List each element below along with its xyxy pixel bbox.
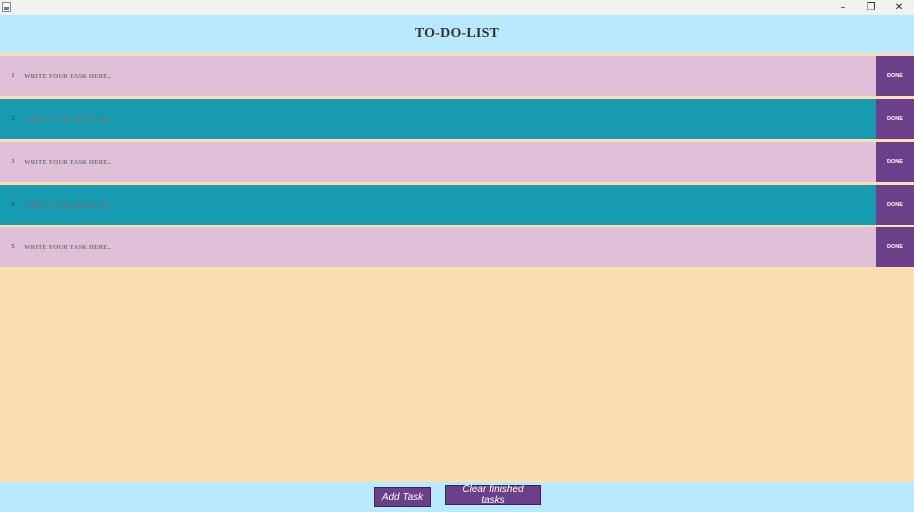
- close-icon[interactable]: ✕: [885, 0, 913, 15]
- task-row: 3 DONE: [0, 142, 914, 182]
- page-title: TO-DO-LIST: [414, 26, 500, 41]
- app-header: TO-DO-LIST: [0, 15, 914, 53]
- done-button[interactable]: DONE: [876, 142, 914, 182]
- task-number: 5: [11, 244, 15, 250]
- task-row: 4 DONE: [0, 185, 914, 225]
- restore-icon[interactable]: ❐: [857, 0, 885, 15]
- java-app-icon: [2, 2, 11, 12]
- task-row: 5 DONE: [0, 227, 914, 267]
- footer-bar: Add Task Clear finished tasks: [0, 482, 914, 512]
- done-button[interactable]: DONE: [876, 185, 914, 225]
- window-titlebar: – ❐ ✕: [0, 0, 914, 15]
- minimize-icon[interactable]: –: [829, 0, 857, 15]
- task-row: 1 DONE: [0, 56, 914, 96]
- task-number: 3: [11, 159, 15, 165]
- task-input[interactable]: [22, 66, 866, 86]
- task-input[interactable]: [22, 152, 866, 172]
- done-button[interactable]: DONE: [876, 227, 914, 267]
- app-window: – ❐ ✕ TO-DO-LIST 1 DONE 2 DONE 3 DONE 4 …: [0, 0, 914, 512]
- task-input[interactable]: [22, 109, 866, 129]
- task-input[interactable]: [22, 195, 866, 215]
- add-task-button[interactable]: Add Task: [374, 487, 431, 507]
- task-number: 2: [11, 116, 15, 122]
- done-button[interactable]: DONE: [876, 99, 914, 139]
- task-number: 4: [11, 202, 15, 208]
- done-button[interactable]: DONE: [876, 56, 914, 96]
- clear-finished-button[interactable]: Clear finished tasks: [445, 484, 541, 506]
- task-number: 1: [11, 73, 15, 79]
- task-input[interactable]: [22, 237, 866, 257]
- task-row: 2 DONE: [0, 99, 914, 139]
